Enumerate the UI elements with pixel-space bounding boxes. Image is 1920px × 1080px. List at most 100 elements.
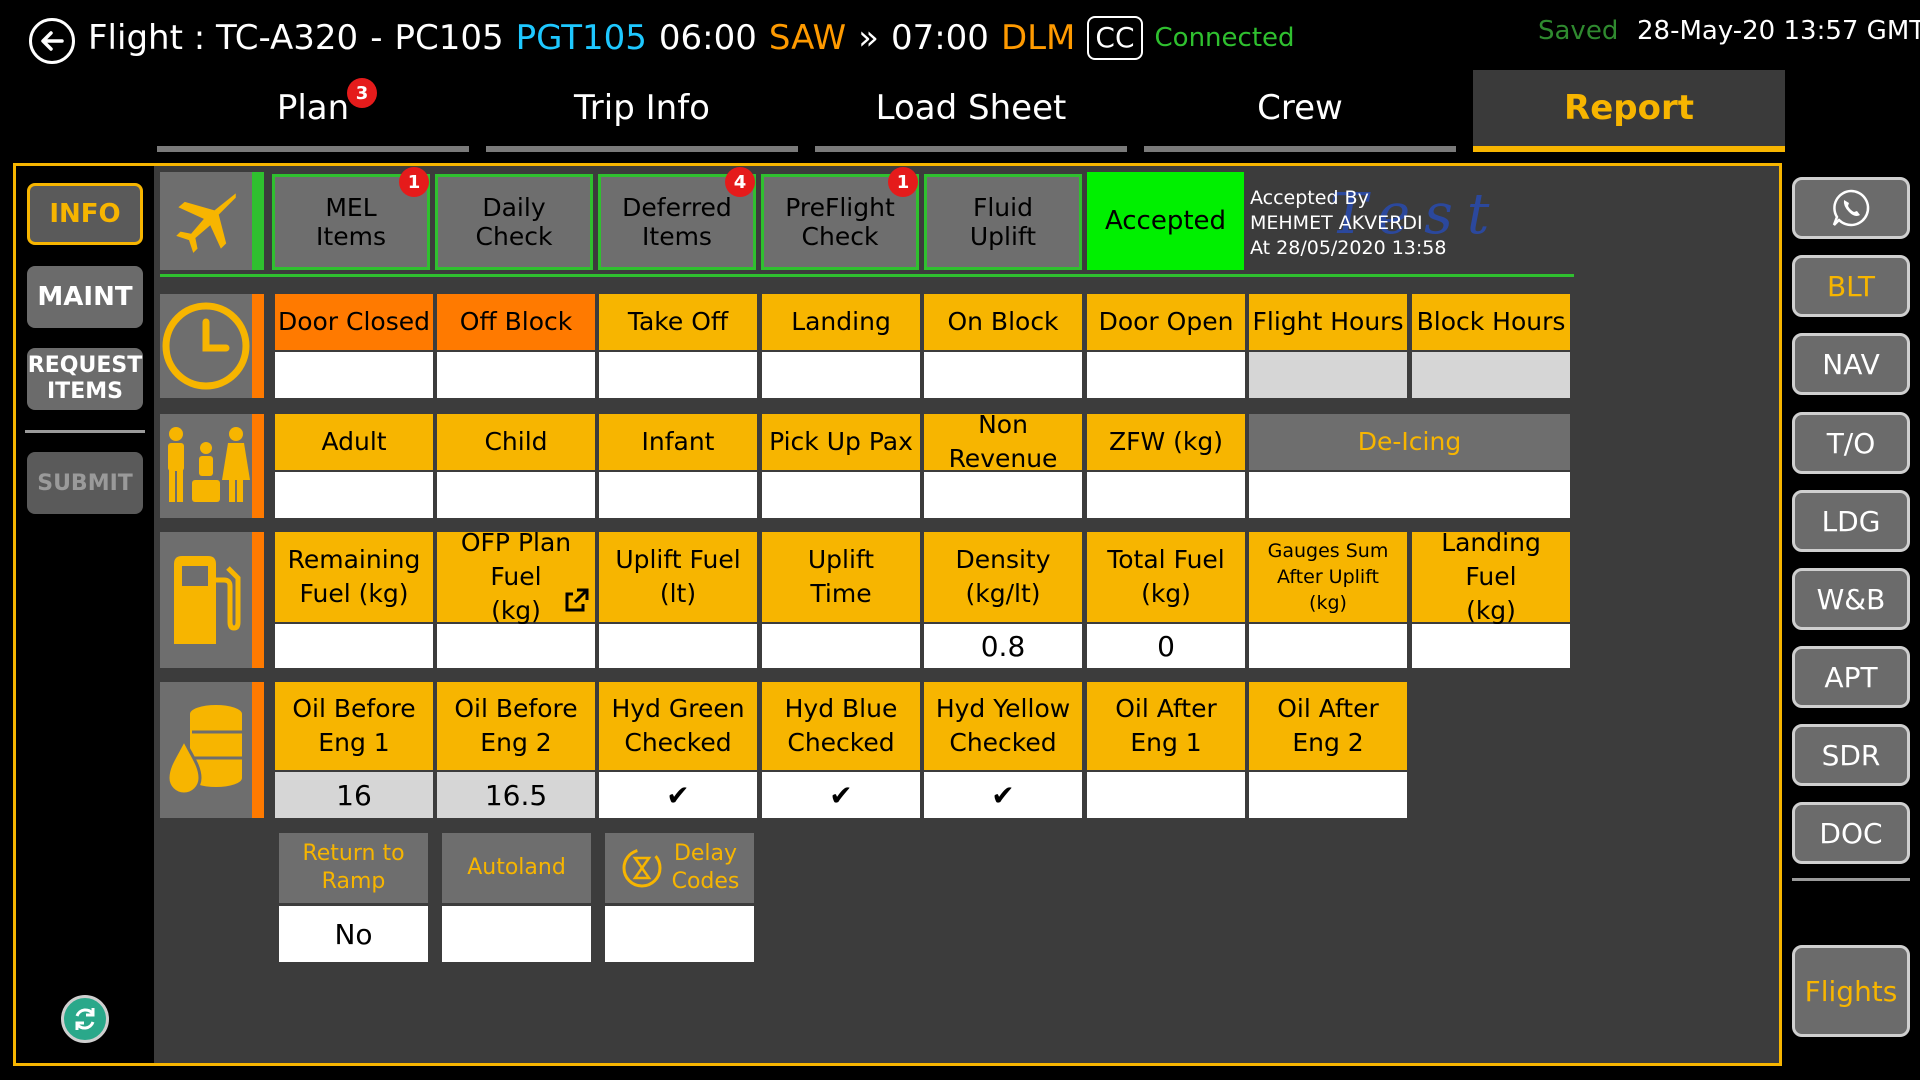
fuel-value-field[interactable]: 0 [1087,624,1245,668]
time-value-field[interactable] [437,352,595,398]
pax-value-field[interactable] [599,472,757,518]
fuel-header: Total Fuel (kg) [1087,532,1245,622]
label-line: Fluid [972,193,1033,222]
pax-value-field[interactable] [762,472,920,518]
connection-status: Connected [1154,23,1295,53]
time-value-field[interactable] [1249,352,1407,398]
return-to-ramp-button[interactable]: Return to Ramp [279,833,428,903]
label-line: Remaining [287,545,421,574]
nav-doc-button[interactable]: DOC [1792,802,1910,864]
external-link-icon[interactable] [563,586,591,614]
label-line: Hyd Green [611,694,745,723]
nav-t-o-button[interactable]: T/O [1792,412,1910,474]
oil-header: Hyd Blue Checked [762,682,920,770]
submit-button[interactable]: SUBMIT [27,452,143,514]
oil-header: Hyd Yellow Checked [924,682,1082,770]
time-value-field[interactable] [275,352,433,398]
hyd-check-field[interactable]: ✔ [924,772,1082,818]
button-label: Daily Check [476,193,553,251]
section-bar [252,532,264,668]
accepted-button[interactable]: Accepted [1087,172,1244,270]
oil-value-field[interactable]: 16.5 [437,772,595,818]
hyd-check-field[interactable]: ✔ [762,772,920,818]
nav-sdr-button[interactable]: SDR [1792,724,1910,786]
fuel-value-field[interactable] [599,624,757,668]
fuel-value-field[interactable] [437,624,595,668]
hourglass-icon [622,848,662,888]
section-bar [252,294,264,398]
oil-value-field[interactable]: 16 [275,772,433,818]
tab-crew[interactable]: Crew [1144,70,1456,152]
header-label: Oil After Eng 2 [1277,692,1379,760]
nav-ldg-button[interactable]: LDG [1792,490,1910,552]
nav-apt-button[interactable]: APT [1792,646,1910,708]
nav-maint-button[interactable]: MAINT [27,266,143,328]
autoland-value[interactable] [442,906,591,962]
delay-codes-button[interactable]: Delay Codes [605,833,754,903]
button-label: Fluid Uplift [970,193,1036,251]
accepted-by-label: Accepted By [1250,187,1369,209]
pax-value-field[interactable] [275,472,433,518]
clock-icon [162,302,250,390]
section-bar [252,682,264,818]
nav-blt-button[interactable]: BLT [1792,255,1910,317]
fluid-uplift-button[interactable]: Fluid Uplift [924,174,1082,270]
label-line: Oil After [1115,694,1217,723]
oil-value-field[interactable] [1249,772,1407,818]
cc-button[interactable]: CC [1087,16,1143,60]
tab-plan[interactable]: Plan 3 [157,70,469,152]
tab-trip-info[interactable]: Trip Info [486,70,798,152]
nav-nav-button[interactable]: NAV [1792,333,1910,395]
time-value-field[interactable] [1412,352,1570,398]
label-line: Uplift [969,222,1037,251]
right-nav-divider [1792,878,1910,881]
label-line: Gauges Sum [1267,540,1389,562]
button-label: PreFlight Check [785,193,895,251]
nav-w-b-button[interactable]: W&B [1792,568,1910,630]
pax-header: Pick Up Pax [762,414,920,470]
time-header: Off Block [437,294,595,350]
time-header: Door Closed [275,294,433,350]
pax-value-field[interactable] [1087,472,1245,518]
tab-report[interactable]: Report [1473,70,1785,152]
oil-header: Oil Before Eng 2 [437,682,595,770]
oil-value-field[interactable] [1087,772,1245,818]
flights-button[interactable]: Flights [1792,945,1910,1037]
label-line: Eng 2 [480,728,552,757]
time-value-field[interactable] [599,352,757,398]
time-value-field[interactable] [924,352,1082,398]
header-datetime: 28-May-20 13:57 GMT [1637,16,1920,46]
nav-request-items-button[interactable]: REQUEST ITEMS [27,348,143,410]
deicing-button[interactable]: De-Icing [1249,414,1570,470]
label-line: Eng 1 [1130,728,1202,757]
time-header: Take Off [599,294,757,350]
fuel-value-field[interactable] [1412,624,1570,668]
back-button[interactable] [29,18,75,64]
pax-value-field[interactable] [924,472,1082,518]
whatsapp-button[interactable] [1792,177,1910,239]
mel-items-button[interactable]: MEL Items 1 [272,167,430,270]
nav-info-button[interactable]: INFO [27,183,143,245]
hyd-check-field[interactable]: ✔ [599,772,757,818]
fuel-value-field[interactable] [275,624,433,668]
header-label: Oil After Eng 1 [1115,692,1217,760]
fuel-value-field[interactable] [762,624,920,668]
time-value-field[interactable] [762,352,920,398]
delay-codes-value[interactable] [605,906,754,962]
tab-load-sheet[interactable]: Load Sheet [815,70,1127,152]
fuel-value-field[interactable] [1249,624,1407,668]
pax-value-field[interactable] [437,472,595,518]
return-to-ramp-value[interactable]: No [279,906,428,962]
label-line: ITEMS [47,379,123,404]
preflight-check-button[interactable]: PreFlight Check 1 [761,167,919,270]
fuel-value-field[interactable]: 0.8 [924,624,1082,668]
fuel-header: Uplift Fuel (lt) [599,532,757,622]
deferred-items-button[interactable]: Deferred Items 4 [598,167,756,270]
autoland-button[interactable]: Autoland [442,833,591,903]
time-value-field[interactable] [1087,352,1245,398]
daily-check-button[interactable]: Daily Check [435,174,593,270]
fuel-header: Remaining Fuel (kg) [275,532,433,622]
sync-button[interactable] [61,995,109,1043]
airplane-icon [176,193,236,253]
deicing-value-field[interactable] [1249,472,1570,518]
